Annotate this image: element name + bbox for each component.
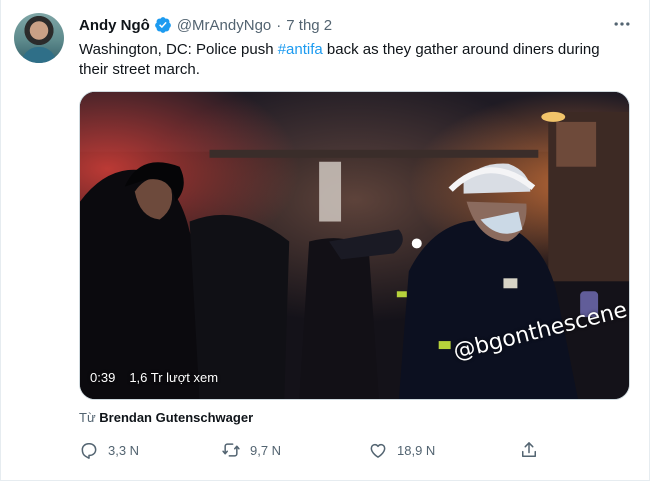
like-button[interactable]: 18,9 N (368, 437, 435, 463)
tweet-text-part-1: Washington, DC: Police push (79, 41, 278, 58)
share-icon (522, 442, 536, 457)
verified-badge-icon (154, 17, 171, 33)
tweet-text: Washington, DC: Police push #antifa back… (79, 40, 624, 80)
tweet-header: Andy Ngô @MrAndyNgo · 7 thg 2 (79, 15, 332, 35)
reply-count: 3,3 N (108, 442, 140, 458)
author-name[interactable]: Andy Ngô (79, 17, 150, 34)
author-handle[interactable]: @MrAndyNgo (177, 17, 271, 34)
retweet-count: 9,7 N (250, 442, 282, 458)
more-button[interactable] (608, 14, 636, 34)
like-icon (370, 443, 386, 458)
attribution-prefix: Từ (79, 410, 100, 425)
reply-button[interactable]: 3,3 N (79, 437, 139, 463)
video-duration: 0:39 (90, 370, 116, 385)
retweet-icon (222, 443, 240, 457)
tweet-actions: 3,3 N 9,7 N 18,9 N (79, 437, 549, 463)
tweet-date[interactable]: 7 thg 2 (286, 17, 332, 34)
video-info: 0:39 1,6 Tr lượt xem (90, 370, 218, 385)
attribution-author[interactable]: Brendan Gutenschwager (99, 410, 253, 425)
hashtag-link[interactable]: #antifa (278, 41, 323, 58)
video-attribution: Từ Brendan Gutenschwager (79, 410, 253, 425)
retweet-button[interactable]: 9,7 N (221, 437, 281, 463)
share-button[interactable] (519, 437, 539, 463)
video-frame (80, 92, 629, 399)
video-views: 1,6 Tr lượt xem (129, 370, 219, 385)
separator-dot: · (276, 16, 282, 34)
avatar[interactable] (14, 13, 64, 63)
tweet-card[interactable]: Andy Ngô @MrAndyNgo · 7 thg 2 Washington… (0, 0, 650, 481)
video-player[interactable]: 0:39 1,6 Tr lượt xem @bgonthescene (79, 91, 630, 400)
reply-icon (81, 443, 97, 459)
more-icon (614, 22, 630, 26)
like-count: 18,9 N (397, 442, 436, 458)
